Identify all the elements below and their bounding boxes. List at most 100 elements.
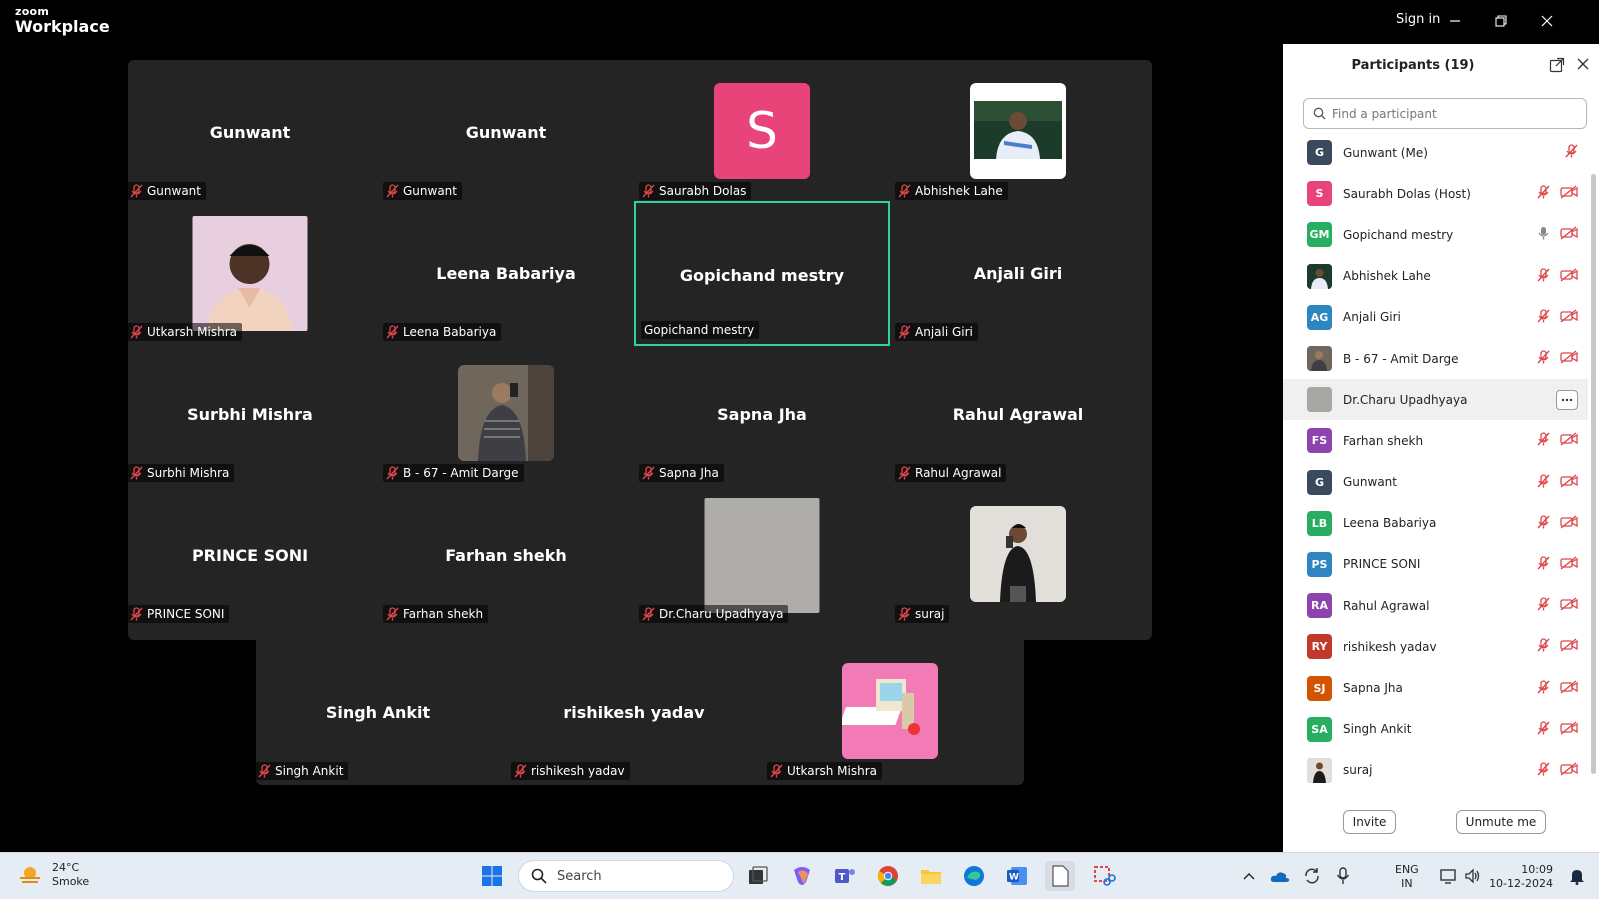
restore-button[interactable] [1486, 8, 1516, 34]
edge-button[interactable] [959, 861, 989, 891]
taskbar-search-label: Search [557, 868, 602, 884]
start-button[interactable] [477, 861, 507, 891]
weather-widget[interactable]: 24°C Smoke [18, 861, 89, 889]
region-code: IN [1401, 877, 1413, 890]
microphone-tray-button[interactable] [1328, 861, 1358, 891]
sign-in-button[interactable]: Sign in [1396, 12, 1440, 27]
participant-status-icons [1537, 761, 1578, 780]
participant-status-icons [1537, 184, 1578, 203]
notepad-button[interactable] [1045, 861, 1075, 891]
volume-button[interactable] [1458, 861, 1488, 891]
video-tile[interactable]: Utkarsh Mishra [122, 201, 378, 346]
video-tile[interactable]: PRINCE SONI PRINCE SONI [122, 483, 378, 628]
zoom-window: zoom Workplace Sign in Gunwant Gunwant Gun… [0, 0, 1599, 899]
video-tile[interactable]: Utkarsh Mishra [762, 640, 1018, 785]
participant-search-input[interactable] [1332, 106, 1572, 121]
unmute-me-button[interactable]: Unmute me [1456, 810, 1546, 834]
tile-name-text: Surbhi Mishra [147, 466, 230, 480]
speaker-icon [1465, 868, 1480, 884]
mic-muted-icon [898, 325, 911, 339]
participant-avatar [1307, 346, 1332, 372]
participant-row[interactable]: FS Farhan shekh [1283, 420, 1588, 461]
copilot-button[interactable] [787, 861, 817, 891]
participant-row[interactable]: suraj [1283, 750, 1588, 791]
video-tile[interactable]: Dr.Charu Upadhyaya [634, 483, 890, 628]
video-tile[interactable]: Gunwant Gunwant [378, 60, 634, 205]
show-hidden-icons-button[interactable] [1234, 861, 1264, 891]
video-tile[interactable]: Surbhi Mishra Surbhi Mishra [122, 342, 378, 487]
participant-row[interactable]: RY rishikesh yadav [1283, 626, 1588, 667]
more-options-button[interactable] [1556, 389, 1578, 410]
participant-row[interactable]: Abhishek Lahe [1283, 256, 1588, 297]
participant-row[interactable]: SA Singh Ankit [1283, 709, 1588, 750]
participant-status-icons [1537, 596, 1578, 615]
task-view-button[interactable] [743, 861, 773, 891]
mic-muted-icon [386, 466, 399, 480]
close-icon [1541, 15, 1553, 27]
participant-name: Anjali Giri [1343, 310, 1401, 325]
video-tile[interactable]: Gunwant Gunwant [122, 60, 378, 205]
participant-row[interactable]: GM Gopichand mestry [1283, 214, 1588, 255]
video-tile[interactable]: Singh Ankit Singh Ankit [250, 640, 506, 785]
video-tile[interactable]: Abhishek Lahe [890, 60, 1146, 205]
video-tile[interactable]: rishikesh yadav rishikesh yadav [506, 640, 762, 785]
system-clock[interactable]: 10:09 10-12-2024 [1489, 863, 1553, 891]
participant-row[interactable]: G Gunwant [1283, 462, 1588, 503]
sync-icon [1305, 868, 1319, 884]
search-icon [1313, 107, 1326, 120]
invite-button[interactable]: Invite [1343, 810, 1396, 834]
input-language[interactable]: ENG IN [1395, 863, 1419, 891]
video-tile[interactable]: Sapna Jha Sapna Jha [634, 342, 890, 487]
video-tile[interactable]: S Saurabh Dolas [634, 60, 890, 205]
avatar: S [714, 83, 810, 179]
participant-row[interactable]: SJ Sapna Jha [1283, 667, 1588, 708]
participant-row[interactable]: RA Rahul Agrawal [1283, 585, 1588, 626]
chrome-button[interactable] [873, 861, 903, 891]
participant-name: Leena Babariya [1343, 516, 1437, 531]
participant-row[interactable]: S Saurabh Dolas (Host) [1283, 173, 1588, 214]
participant-avatar: G [1307, 469, 1332, 495]
snipping-icon [1094, 866, 1116, 886]
taskbar-search[interactable]: Search [518, 860, 734, 892]
popout-button[interactable] [1548, 57, 1566, 75]
close-window-button[interactable] [1532, 8, 1562, 34]
minimize-button[interactable] [1440, 8, 1470, 34]
word-button[interactable]: W [1002, 861, 1032, 891]
panel-close-button[interactable] [1574, 56, 1592, 74]
mic-muted-icon [1537, 184, 1550, 203]
participant-status-icons [1537, 267, 1578, 286]
video-tile[interactable]: Anjali Giri Anjali Giri [890, 201, 1146, 346]
participant-list-scrollbar[interactable] [1591, 174, 1596, 774]
tile-name-label: Anjali Giri [895, 323, 978, 341]
participant-avatar: RA [1307, 593, 1332, 619]
mic-muted-icon [770, 764, 783, 778]
video-tile[interactable]: Rahul Agrawal Rahul Agrawal [890, 342, 1146, 487]
language-code: ENG [1395, 863, 1419, 876]
video-tile[interactable]: Leena Babariya Leena Babariya [378, 201, 634, 346]
participant-row[interactable]: PS PRINCE SONI [1283, 544, 1588, 585]
mic-muted-icon [386, 607, 399, 621]
video-tile[interactable]: B - 67 - Amit Darge [378, 342, 634, 487]
video-tile[interactable]: Farhan shekh Farhan shekh [378, 483, 634, 628]
participant-row[interactable]: Dr.Charu Upadhyaya [1283, 379, 1588, 421]
tile-name-text: Utkarsh Mishra [147, 325, 238, 339]
participant-row[interactable]: G Gunwant (Me) [1283, 132, 1588, 173]
tile-name-label: Utkarsh Mishra [767, 762, 883, 780]
participant-search[interactable] [1303, 98, 1587, 129]
notifications-button[interactable] [1562, 861, 1592, 891]
tile-name-label: Gunwant [383, 182, 462, 200]
participant-row[interactable]: AG Anjali Giri [1283, 297, 1588, 338]
sync-button[interactable] [1297, 861, 1327, 891]
tile-name-label: Gunwant [127, 182, 206, 200]
participant-row[interactable]: LB Leena Babariya [1283, 503, 1588, 544]
onedrive-button[interactable] [1265, 861, 1295, 891]
file-explorer-button[interactable] [916, 861, 946, 891]
teams-button[interactable]: T [830, 861, 860, 891]
video-tile[interactable]: Gopichand mestry Gopichand mestry [634, 201, 890, 346]
mic-muted-icon [1537, 267, 1550, 286]
snipping-tool-button[interactable] [1089, 861, 1119, 891]
tile-name-label: Leena Babariya [383, 323, 502, 341]
participant-row[interactable]: B - 67 - Amit Darge [1283, 338, 1588, 379]
video-tile[interactable]: suraj [890, 483, 1146, 628]
edge-icon [964, 866, 984, 886]
